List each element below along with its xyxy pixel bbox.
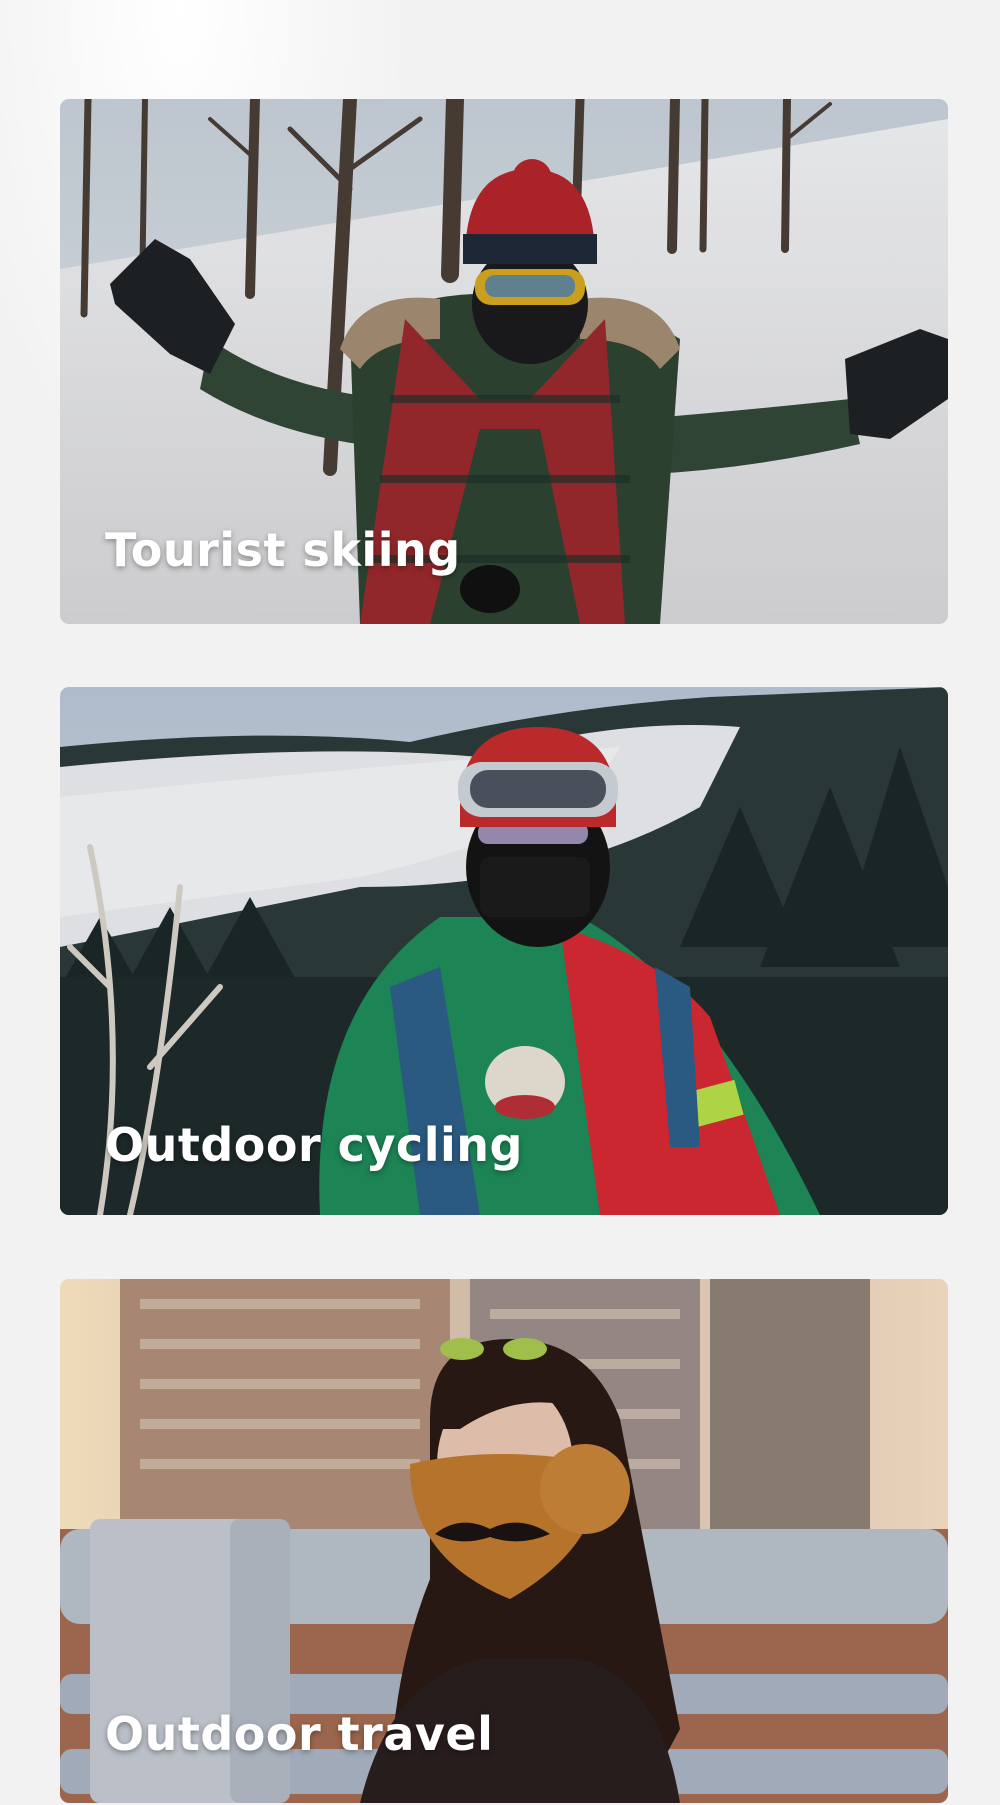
page: Tourist skiing Outdoor cycling Outdoor t… bbox=[0, 0, 1000, 1805]
card-label: Tourist skiing bbox=[105, 523, 461, 577]
scenario-card-outdoor-cycling[interactable]: Outdoor cycling bbox=[60, 687, 948, 1215]
card-label: Outdoor cycling bbox=[105, 1118, 523, 1172]
card-label: Outdoor travel bbox=[105, 1707, 494, 1761]
scenario-card-outdoor-travel[interactable]: Outdoor travel bbox=[60, 1279, 948, 1803]
scenario-card-tourist-skiing[interactable]: Tourist skiing bbox=[60, 99, 948, 624]
